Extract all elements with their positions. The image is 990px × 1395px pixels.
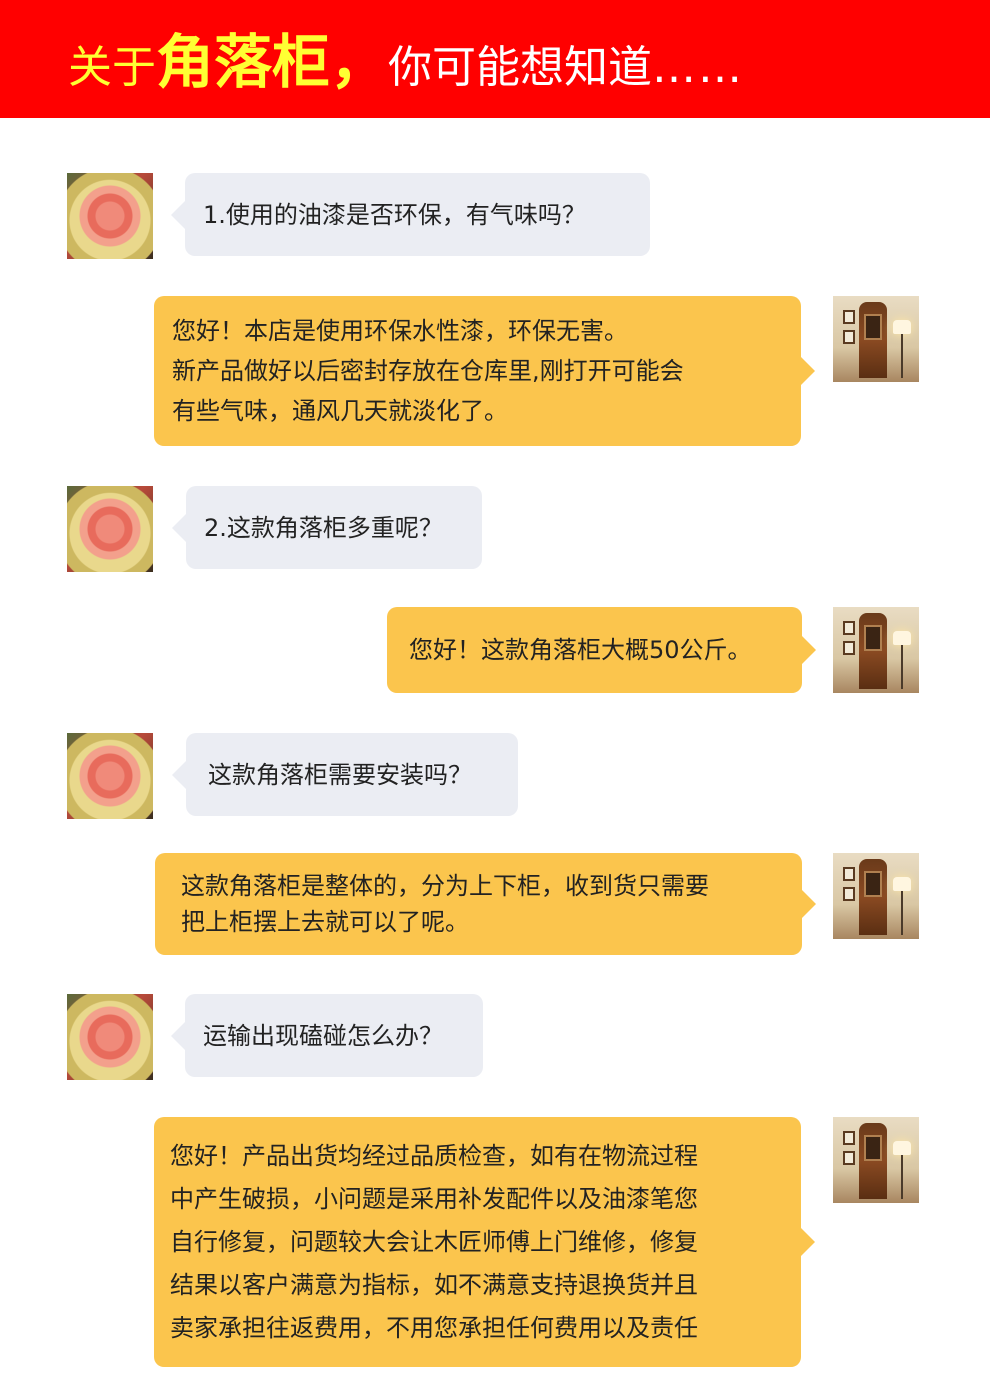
message-text: 1.使用的油漆是否环保，有气味吗？ bbox=[203, 200, 586, 229]
answer-bubble-3: 这款角落柜是整体的，分为上下柜，收到货只需要 把上柜摆上去就可以了呢。 bbox=[155, 853, 816, 955]
lamp-pole-icon bbox=[901, 891, 903, 935]
banner-suffix: 你可能想知道 bbox=[388, 42, 653, 93]
lamp-pole-icon bbox=[901, 645, 903, 689]
answer-bubble-2: 您好！这款角落柜大概50公斤。 bbox=[387, 607, 816, 693]
question-bubble-4: 运输出现磕碰怎么办？ bbox=[171, 994, 483, 1077]
picture-frame-icon bbox=[843, 1131, 855, 1145]
lamp-pole-icon bbox=[901, 334, 903, 378]
question-bubble-2: 2.这款角落柜多重呢？ bbox=[172, 486, 482, 569]
picture-frame-icon bbox=[843, 641, 855, 655]
message-text: 这款角落柜需要安装吗？ bbox=[208, 760, 472, 789]
message-text: 您好！产品出货均经过品质检查，如有在物流过程 中产生破损，小问题是采用补发配件以… bbox=[170, 1141, 698, 1342]
question-bubble-1: 1.使用的油漆是否环保，有气味吗？ bbox=[171, 173, 650, 256]
cabinet-glass-icon bbox=[864, 1135, 882, 1161]
lamp-icon bbox=[893, 877, 911, 891]
customer-avatar bbox=[67, 486, 153, 572]
question-bubble-3: 这款角落柜需要安装吗？ bbox=[172, 733, 518, 816]
cabinet-glass-icon bbox=[864, 314, 882, 340]
banner-dots: …… bbox=[652, 42, 745, 93]
message-text: 您好！这款角落柜大概50公斤。 bbox=[409, 636, 752, 664]
picture-frame-icon bbox=[843, 330, 855, 344]
seller-avatar bbox=[833, 607, 919, 693]
cabinet-glass-icon bbox=[864, 625, 882, 651]
customer-avatar bbox=[67, 733, 153, 819]
banner-prefix: 关于 bbox=[68, 42, 156, 93]
lamp-icon bbox=[893, 1141, 911, 1155]
banner-highlight: 角落柜 bbox=[156, 28, 331, 96]
lamp-icon bbox=[893, 631, 911, 645]
cabinet-glass-icon bbox=[864, 871, 882, 897]
picture-frame-icon bbox=[843, 867, 855, 881]
lamp-icon bbox=[893, 320, 911, 334]
seller-avatar bbox=[833, 296, 919, 382]
message-text: 这款角落柜是整体的，分为上下柜，收到货只需要 把上柜摆上去就可以了呢。 bbox=[181, 872, 709, 936]
message-text: 运输出现磕碰怎么办？ bbox=[203, 1021, 443, 1050]
picture-frame-icon bbox=[843, 887, 855, 901]
lamp-pole-icon bbox=[901, 1155, 903, 1199]
picture-frame-icon bbox=[843, 1151, 855, 1165]
customer-avatar bbox=[67, 173, 153, 259]
customer-avatar bbox=[67, 994, 153, 1080]
picture-frame-icon bbox=[843, 621, 855, 635]
message-text: 2.这款角落柜多重呢？ bbox=[204, 513, 443, 542]
answer-bubble-1: 您好！本店是使用环保水性漆，环保无害。 新产品做好以后密封存放在仓库里,刚打开可… bbox=[154, 296, 815, 446]
seller-avatar bbox=[833, 853, 919, 939]
answer-bubble-4: 您好！产品出货均经过品质检查，如有在物流过程 中产生破损，小问题是采用补发配件以… bbox=[154, 1117, 815, 1367]
header-banner: 关于角落柜，你可能想知道…… bbox=[0, 0, 990, 118]
message-text: 您好！本店是使用环保水性漆，环保无害。 新产品做好以后密封存放在仓库里,刚打开可… bbox=[172, 317, 684, 425]
picture-frame-icon bbox=[843, 310, 855, 324]
seller-avatar bbox=[833, 1117, 919, 1203]
banner-comma: ， bbox=[330, 28, 389, 96]
banner-title: 关于角落柜，你可能想知道…… bbox=[68, 30, 744, 94]
